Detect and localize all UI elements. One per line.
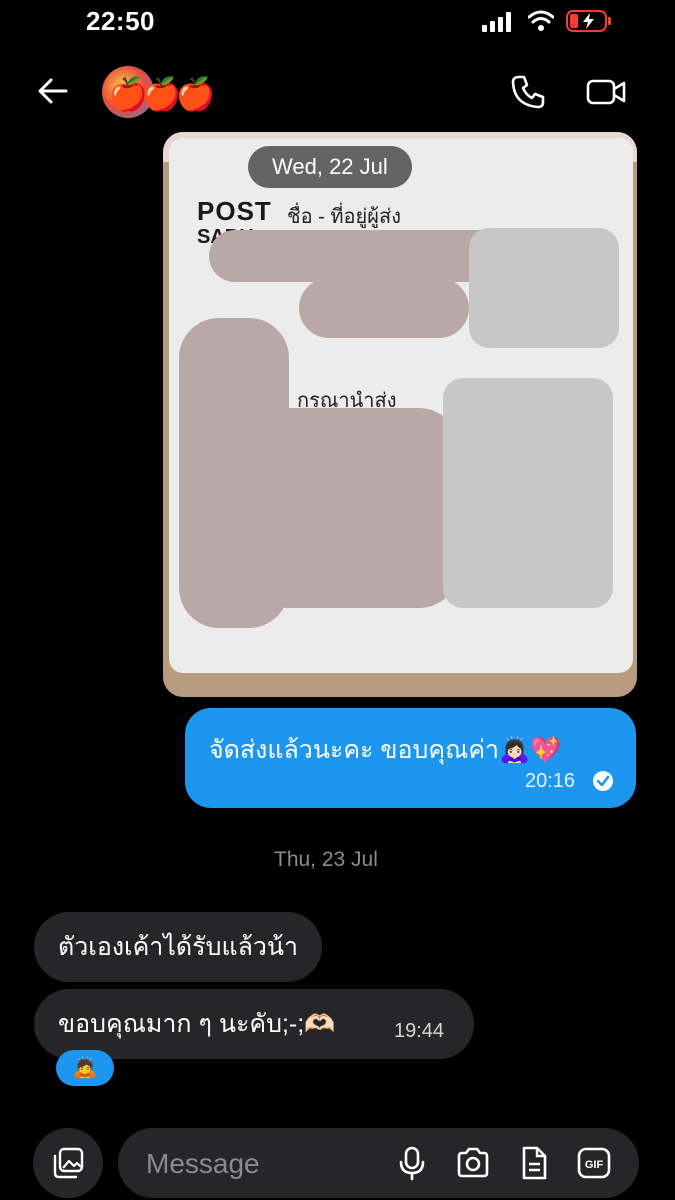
date-chip: Wed, 22 Jul [248,146,412,188]
video-camera-icon[interactable] [586,76,626,108]
shipping-label: POST SABU ชื่อ - ที่อยู่ผู้ส่ง กรุณานำส่… [169,138,633,673]
day-separator: Thu, 23 Jul [274,848,378,871]
status-time: 22:50 [86,6,155,36]
received-message-bubble[interactable]: ขอบคุณมาก ๆ นะคับ;-;🫶🏻 19:44 [34,989,474,1059]
redaction-mark [469,228,619,348]
message-reaction[interactable]: 🙇 [56,1050,114,1086]
cellular-signal-icon [482,12,511,32]
post-logo-text: POST [197,196,272,226]
sent-message-bubble[interactable]: จัดส่งแล้วนะคะ ขอบคุณค่า🙇🏻‍♀️💖 20:16 [185,708,636,808]
svg-text:GIF: GIF [585,1159,604,1171]
document-icon[interactable] [516,1145,552,1181]
redaction-mark [249,478,459,608]
gallery-button[interactable] [33,1128,103,1198]
wifi-icon [528,10,554,31]
sender-address-label: ชื่อ - ที่อยู่ผู้ส่ง [287,206,401,228]
contact-name[interactable]: 🍎🍎🍎 [108,68,216,120]
message-time: 19:44 [394,1020,445,1042]
redaction-mark [209,230,509,282]
message-input[interactable] [144,1142,378,1186]
received-message-bubble[interactable]: ตัวเองเค้าได้รับแล้วน้า [34,912,323,982]
message-text: ตัวเองเค้าได้รับแล้วน้า [58,933,299,961]
read-check-icon [593,771,613,791]
battery-low-icon [566,10,611,32]
microphone-icon[interactable] [394,1145,430,1181]
shipping-label-photo[interactable]: POST SABU ชื่อ - ที่อยู่ผู้ส่ง กรุณานำส่… [163,132,637,697]
message-time: 20:16 [525,770,576,792]
redaction-mark [443,378,613,608]
gallery-icon [53,1147,84,1179]
message-text: จัดส่งแล้วนะคะ ขอบคุณค่า🙇🏻‍♀️💖 [209,736,562,764]
message-text: ขอบคุณมาก ๆ นะคับ;-;🫶🏻 [58,1010,336,1038]
gif-icon[interactable]: GIF [576,1145,612,1181]
phone-icon[interactable] [510,74,546,110]
message-composer: GIF [118,1128,639,1198]
camera-icon[interactable] [455,1145,491,1181]
redaction-mark [299,278,469,338]
back-arrow-icon[interactable] [36,74,70,108]
